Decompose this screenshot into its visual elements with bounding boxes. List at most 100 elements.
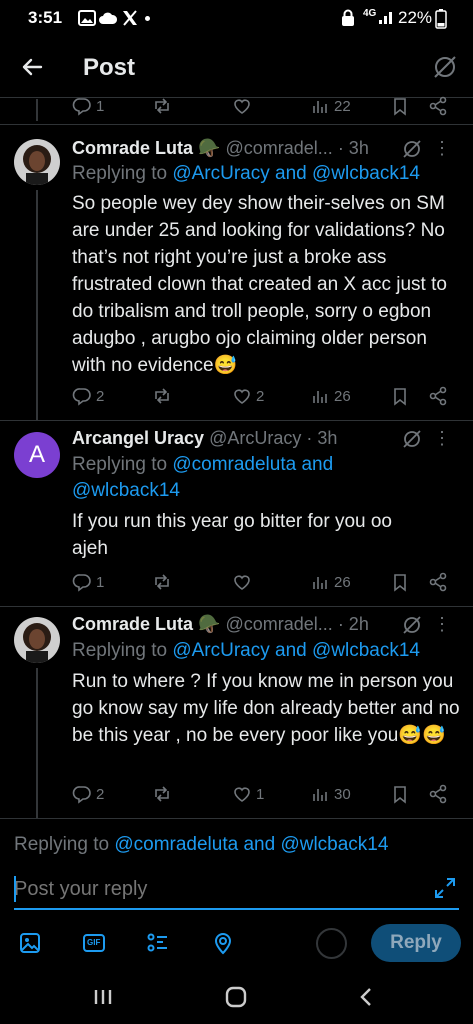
lock-icon <box>341 9 355 27</box>
heart-icon <box>234 389 250 404</box>
home-icon[interactable] <box>224 986 248 1008</box>
share-button[interactable] <box>428 386 448 406</box>
thread-line <box>36 668 38 818</box>
bookmark-button[interactable] <box>390 572 410 592</box>
gif-label: GIF <box>87 938 101 947</box>
more-options-icon[interactable]: ⋮ <box>433 614 451 635</box>
avatar[interactable] <box>14 617 60 663</box>
share-button[interactable] <box>428 784 448 804</box>
avatar[interactable] <box>14 139 60 185</box>
bookmark-button[interactable] <box>390 96 410 116</box>
repost-button[interactable] <box>152 96 172 116</box>
repost-button[interactable] <box>152 784 172 804</box>
thread-line <box>36 190 38 420</box>
composer-reply-mentions[interactable]: @comradeluta and @wlcback14 <box>114 834 388 855</box>
replying-to: Replying to @comradeluta and @wlcback14 <box>72 454 334 501</box>
reply-mentions[interactable]: @ArcUracy and @wlcback14 <box>172 640 420 661</box>
input-underline <box>14 908 459 910</box>
grok-icon[interactable] <box>432 54 458 80</box>
post-time: · 3h <box>306 428 338 448</box>
bookmark-icon <box>394 786 406 804</box>
avatar[interactable]: A <box>14 432 60 478</box>
battery-percent: 22% <box>398 8 433 27</box>
gif-icon[interactable]: GIF <box>82 931 106 955</box>
page-title: Post <box>83 54 136 81</box>
cloud-icon <box>98 11 118 25</box>
post-actions: 2 2 26 <box>72 386 462 410</box>
divider <box>0 124 473 125</box>
image-icon[interactable] <box>18 931 42 955</box>
share-icon <box>429 572 447 592</box>
location-icon[interactable] <box>211 931 235 955</box>
bookmark-button[interactable] <box>390 386 410 406</box>
grok-icon[interactable] <box>401 138 423 160</box>
network-type: 4G <box>363 8 377 19</box>
back-nav-icon[interactable] <box>358 986 374 1008</box>
text-caret <box>14 876 16 902</box>
grok-icon[interactable] <box>401 614 423 636</box>
reply-input[interactable] <box>14 874 414 904</box>
heart-icon <box>234 575 250 590</box>
reply-button[interactable]: 1 <box>72 96 104 116</box>
views-icon <box>313 391 327 403</box>
more-options-icon[interactable]: ⋮ <box>433 428 451 449</box>
expand-icon[interactable] <box>433 876 457 900</box>
share-button[interactable] <box>428 96 448 116</box>
bookmark-icon <box>394 574 406 592</box>
reply-mentions[interactable]: @ArcUracy and @wlcback14 <box>172 163 420 184</box>
signal-icon <box>378 9 394 25</box>
views-button[interactable]: 26 <box>310 386 351 406</box>
view-count: 26 <box>334 573 351 591</box>
share-icon <box>429 96 447 116</box>
reply-button[interactable]: 2 <box>72 784 104 804</box>
bookmark-icon <box>394 98 406 116</box>
status-time: 3:51 <box>28 8 63 27</box>
back-arrow-icon[interactable] <box>20 55 44 79</box>
battery-icon <box>435 9 447 29</box>
reply-button[interactable]: 1 <box>72 572 104 592</box>
share-button[interactable] <box>428 572 448 592</box>
x-logo-icon <box>121 9 139 27</box>
helmet-emoji: 🪖 <box>198 138 221 158</box>
post-author[interactable]: Comrade Luta 🪖 @comradel... · 3h <box>72 138 369 159</box>
repost-button[interactable] <box>152 572 172 592</box>
recent-apps-icon[interactable] <box>93 988 113 1006</box>
bookmark-icon <box>394 388 406 406</box>
like-button[interactable]: 1 <box>232 784 264 804</box>
heart-icon <box>234 787 250 802</box>
views-button[interactable]: 30 <box>310 784 351 804</box>
divider <box>0 420 473 421</box>
views-button[interactable]: 26 <box>310 572 351 592</box>
replying-to: Replying to @ArcUracy and @wlcback14 <box>72 640 421 661</box>
reply-button[interactable]: 2 <box>72 386 104 406</box>
more-options-icon[interactable]: ⋮ <box>433 138 451 159</box>
reply-count: 1 <box>96 97 105 115</box>
author-handle: @comradel... <box>225 614 333 634</box>
views-button[interactable]: 22 <box>310 96 351 116</box>
post-text: If you run this year go bitter for you o… <box>72 511 393 559</box>
like-button[interactable] <box>232 572 252 592</box>
poll-icon[interactable] <box>146 931 170 955</box>
post-actions: 1 26 <box>72 572 462 596</box>
like-button[interactable] <box>232 96 252 116</box>
share-icon <box>429 386 447 406</box>
like-button[interactable]: 2 <box>232 386 264 406</box>
bookmark-button[interactable] <box>390 784 410 804</box>
status-bar: 3:51 4G 22% <box>0 0 473 36</box>
reply-icon <box>72 574 91 592</box>
post-author[interactable]: Comrade Luta 🪖 @comradel... · 2h <box>72 614 369 635</box>
reply-button-submit[interactable]: Reply <box>371 924 461 962</box>
reply-count: 1 <box>96 573 105 591</box>
post-actions: 2 1 30 <box>72 784 462 808</box>
post-author[interactable]: Arcangel Uracy @ArcUracy · 3h <box>72 428 337 449</box>
reply-count: 2 <box>96 387 105 405</box>
reply-count: 2 <box>96 785 105 803</box>
grok-icon[interactable] <box>401 428 423 450</box>
author-handle: @ArcUracy <box>209 428 302 448</box>
repost-button[interactable] <box>152 386 172 406</box>
reply-icon <box>72 388 91 406</box>
post-text: Run to where ? If you know me in person … <box>72 671 460 746</box>
gallery-notification-icon <box>78 10 96 26</box>
helmet-emoji: 🪖 <box>198 614 221 634</box>
composer-divider <box>0 818 473 819</box>
